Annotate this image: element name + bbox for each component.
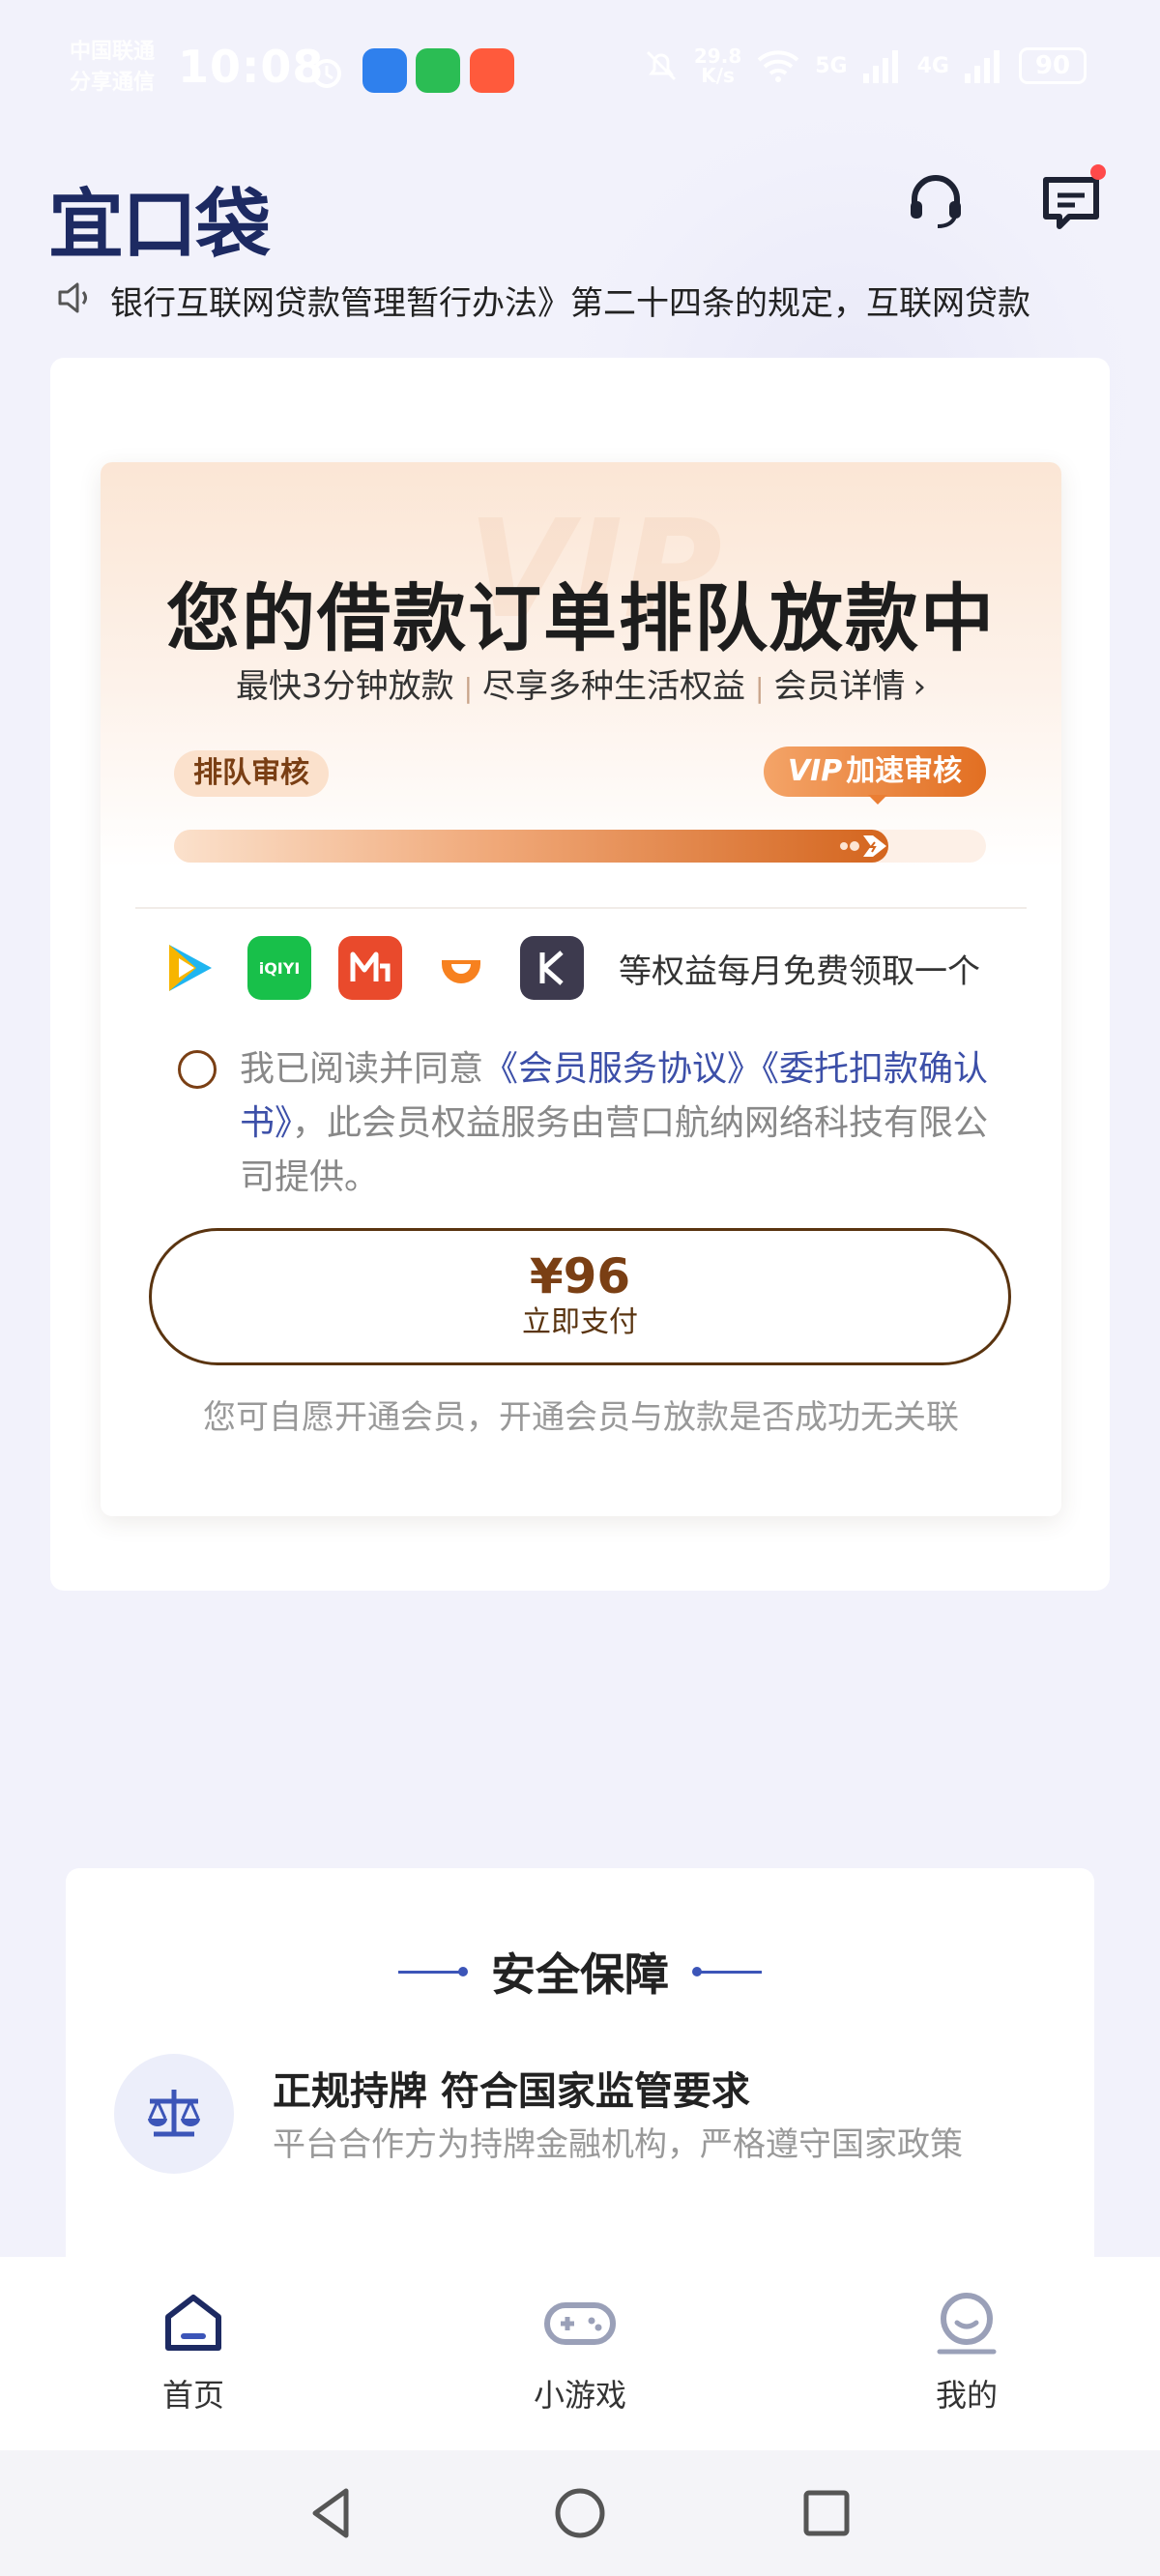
member-service-agreement-link[interactable]: 《会员服务协议》 bbox=[483, 1049, 762, 1089]
iqiyi-icon: iQIYI bbox=[247, 936, 311, 1000]
app-logo: 宜口袋 bbox=[48, 182, 271, 269]
vip-card: VIP 您的借款订单排队放款中 最快3分钟放款 | 尽享多种生活权益 | 会员详情 › 排… bbox=[101, 462, 1061, 1516]
security-card: 安全保障 正规持牌 符合国家监管要求 平台合作方为持牌金融机构，严格遵守国家政策 bbox=[66, 1868, 1094, 2274]
home-circle-icon[interactable] bbox=[546, 2479, 614, 2547]
notice-text: 银行互联网贷款管理暂行办法》第二十四条的规定，互联网贷款 bbox=[110, 283, 1030, 322]
queue-review-label: 排队审核 bbox=[174, 750, 329, 797]
benefits-line: 最快3分钟放款 | 尽享多种生活权益 | 会员详情 › bbox=[101, 659, 1061, 707]
net-speed: 29.8 K/s bbox=[693, 44, 742, 87]
gamepad-icon bbox=[544, 2302, 616, 2345]
recent-apps-icon[interactable] bbox=[793, 2479, 860, 2547]
bottom-tab-bar: 首页 小游戏 我的 bbox=[0, 2257, 1160, 2450]
headset-support-icon[interactable] bbox=[905, 170, 967, 232]
rocket-icon bbox=[840, 835, 886, 857]
speaker-icon bbox=[54, 278, 93, 321]
notice-marquee[interactable]: 银行互联网贷款管理暂行办法》第二十四条的规定，互联网贷款 bbox=[54, 278, 1108, 321]
apps-benefit-text: 等权益每月免费领取一个 bbox=[619, 951, 980, 991]
status-bar: 中国联通 分享通信 10:08 29.8 K/s 5G 4G 90 bbox=[0, 0, 1160, 145]
security-title: 安全保障 bbox=[491, 1948, 669, 2001]
chevron-right-icon: › bbox=[913, 667, 927, 706]
wifi-icon bbox=[757, 50, 799, 82]
tab-mini-games[interactable]: 小游戏 bbox=[483, 2290, 677, 2415]
separator: | bbox=[755, 672, 765, 704]
tab-mine[interactable]: 我的 bbox=[870, 2290, 1063, 2415]
pay-price: ¥96 bbox=[529, 1248, 631, 1304]
tab-home[interactable]: 首页 bbox=[97, 2290, 290, 2415]
profile-icon bbox=[937, 2293, 997, 2355]
title-decoration bbox=[692, 1966, 762, 1976]
fast-review-badge[interactable]: VIP 加速审核 bbox=[764, 746, 986, 797]
unread-dot bbox=[1090, 164, 1106, 180]
security-item-desc: 平台合作方为持牌金融机构，严格遵守国家政策 bbox=[273, 2125, 963, 2164]
review-progress-track bbox=[174, 830, 986, 863]
system-navigation-bar bbox=[0, 2450, 1160, 2576]
benefit-fast-loan: 最快3分钟放款 bbox=[235, 667, 454, 706]
mgtv-icon bbox=[338, 936, 402, 1000]
mute-icon bbox=[646, 50, 676, 81]
kuaishou-app-icon bbox=[470, 48, 514, 93]
review-progress-fill bbox=[174, 830, 888, 863]
vip-title: 您的借款订单排队放款中 bbox=[166, 575, 996, 661]
disclaimer-text: 您可自愿开通会员，开通会员与放款是否成功无关联 bbox=[203, 1398, 959, 1437]
agreement-text: 我已阅读并同意《会员服务协议》《委托扣款确认书》，此会员权益服务由营口航纳网络科… bbox=[240, 1049, 989, 1197]
separator: | bbox=[463, 672, 474, 704]
member-details-link[interactable]: 会员详情 › bbox=[773, 667, 926, 706]
signal-1-label: 5G bbox=[815, 53, 848, 78]
agreement-row: 我已阅读并同意《会员服务协议》《委托扣款确认书》，此会员权益服务由营口航纳网络科… bbox=[178, 1042, 1009, 1205]
tab-label: 首页 bbox=[161, 2377, 224, 2414]
didi-icon bbox=[429, 936, 493, 1000]
home-icon bbox=[165, 2295, 221, 2351]
messages-app-icon bbox=[362, 48, 407, 93]
security-item-title: 正规持牌 符合国家监管要求 bbox=[273, 2069, 750, 2114]
alarm-icon bbox=[307, 52, 346, 91]
message-icon[interactable] bbox=[1040, 164, 1106, 232]
keep-icon bbox=[520, 936, 584, 1000]
wechat-app-icon bbox=[416, 48, 460, 93]
status-time: 10:08 bbox=[178, 41, 325, 93]
tencent-video-icon bbox=[157, 936, 220, 1000]
signal-icon bbox=[965, 50, 1000, 83]
scale-icon bbox=[114, 2054, 234, 2174]
title-decoration bbox=[398, 1966, 468, 1976]
partner-apps-row: iQIYI 等权益每月免费领取一个 bbox=[157, 936, 980, 1000]
badge-pointer bbox=[868, 795, 887, 805]
pay-now-button[interactable]: ¥96 立即支付 bbox=[149, 1228, 1011, 1365]
divider bbox=[135, 907, 1027, 909]
battery-indicator: 90 bbox=[1019, 47, 1087, 84]
security-title-row: 安全保障 bbox=[66, 1940, 1094, 2004]
signal-icon bbox=[862, 50, 898, 83]
status-right: 29.8 K/s 5G 4G 90 bbox=[642, 46, 1087, 85]
benefit-life-rights: 尽享多种生活权益 bbox=[482, 667, 746, 706]
carrier-label: 中国联通 分享通信 bbox=[70, 40, 156, 95]
tab-label: 小游戏 bbox=[533, 2377, 626, 2414]
back-icon[interactable] bbox=[300, 2479, 367, 2547]
signal-2-label: 4G bbox=[916, 53, 949, 78]
agree-radio[interactable] bbox=[178, 1050, 217, 1089]
tab-label: 我的 bbox=[935, 2377, 998, 2414]
pay-label: 立即支付 bbox=[522, 1305, 638, 1339]
vip-badge: VIP bbox=[787, 754, 843, 788]
